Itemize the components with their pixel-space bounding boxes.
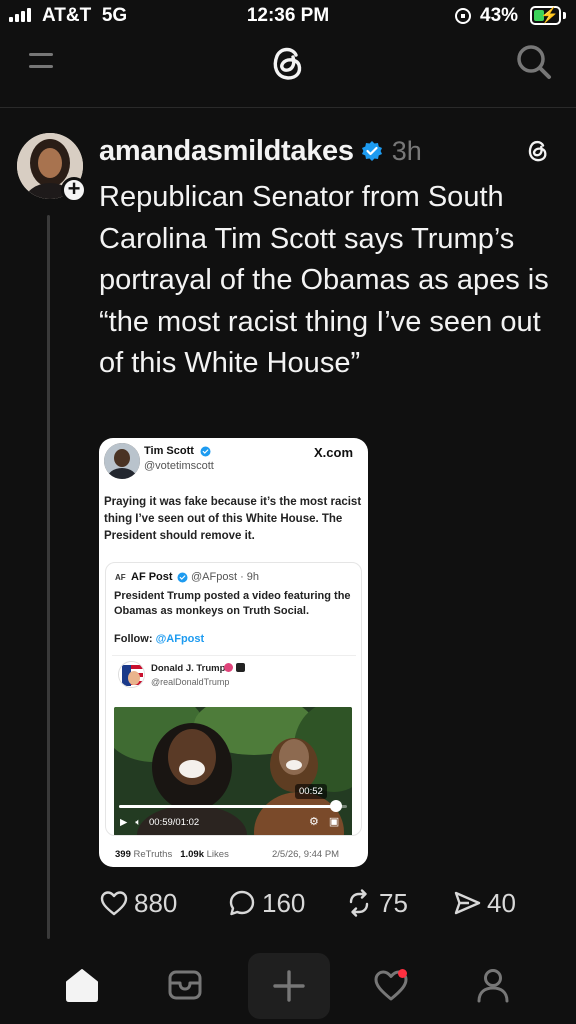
heart-icon bbox=[100, 891, 128, 916]
quoted-post: AF AF Post @AFpost · 9h President Trump … bbox=[105, 562, 362, 836]
video-controls: ▶ 🔈︎ 00:59/01:02 bbox=[120, 817, 199, 828]
post-actions: 880 160 75 40 bbox=[99, 883, 516, 923]
video-time: 00:59/01:02 bbox=[149, 817, 200, 828]
embed-stats: 399 ReTruths 1.09k Likes bbox=[115, 849, 229, 860]
bottom-tab-bar bbox=[0, 948, 576, 1024]
tab-create[interactable] bbox=[248, 953, 330, 1019]
threads-logo-icon[interactable] bbox=[266, 40, 310, 84]
post-author-row: amandasmildtakes 3h bbox=[99, 133, 422, 169]
rotation-lock-icon bbox=[455, 8, 471, 24]
quote-handle: @AFpost · 9h bbox=[191, 571, 260, 583]
search-icon[interactable] bbox=[514, 42, 554, 82]
reply-button[interactable]: 160 bbox=[227, 888, 344, 919]
inbox-icon bbox=[168, 970, 202, 1000]
tab-messages[interactable] bbox=[160, 960, 210, 1010]
embed-author-handle: @votetimscott bbox=[144, 460, 214, 472]
embed-author-avatar bbox=[104, 443, 140, 479]
truth-social-post: Donald J. Trump @realDonaldTrump 00:52 ▶… bbox=[112, 655, 356, 835]
embed-source: X.com bbox=[314, 445, 354, 460]
like-count: 880 bbox=[134, 887, 178, 918]
play-icon[interactable]: ▶ bbox=[120, 817, 127, 828]
tab-home[interactable] bbox=[57, 960, 107, 1010]
battery-cap bbox=[563, 12, 566, 19]
top-header bbox=[0, 32, 576, 108]
battery-percentage: 43% bbox=[480, 5, 519, 26]
video-progress-bar[interactable] bbox=[119, 800, 347, 812]
follow-plus-button[interactable]: + bbox=[61, 177, 87, 203]
notification-dot bbox=[398, 969, 407, 978]
tab-profile[interactable] bbox=[468, 960, 518, 1010]
settings-icon[interactable]: ⚙ bbox=[309, 815, 319, 828]
share-button[interactable]: 40 bbox=[452, 888, 516, 919]
quote-text: President Trump posted a video featuring… bbox=[114, 590, 351, 617]
truth-author-avatar bbox=[118, 661, 145, 688]
truth-author-name: Donald J. Trump bbox=[151, 663, 226, 674]
quote-author-name: AF Post bbox=[131, 571, 173, 583]
truth-author-handle: @realDonaldTrump bbox=[151, 677, 230, 687]
send-icon bbox=[454, 891, 481, 915]
post-text: Republican Senator from South Carolina T… bbox=[99, 181, 549, 379]
video-scrub-handle[interactable] bbox=[330, 800, 342, 812]
verified-badge-icon bbox=[177, 572, 188, 583]
thread-line bbox=[47, 215, 50, 939]
hamburger-menu-icon[interactable] bbox=[29, 51, 53, 71]
quote-follow: Follow: @AFpost bbox=[114, 633, 205, 645]
status-bar: AT&T 5G 12:36 PM 43% ⚡ bbox=[0, 0, 576, 32]
person-icon bbox=[477, 969, 509, 1003]
username[interactable]: amandasmildtakes bbox=[99, 135, 354, 168]
repost-button[interactable]: 75 bbox=[344, 888, 452, 919]
video-duration-badge: 00:52 bbox=[295, 784, 327, 799]
repost-count: 75 bbox=[379, 887, 408, 918]
af-logo: AF bbox=[115, 573, 126, 582]
post-image[interactable]: Tim Scott @votetimscott X.com Praying it… bbox=[99, 438, 368, 867]
captions-icon[interactable]: ▣ bbox=[329, 815, 339, 828]
like-button[interactable]: 880 bbox=[99, 888, 227, 919]
comment-icon bbox=[229, 890, 255, 916]
repost-icon bbox=[349, 889, 369, 917]
verified-badge-icon bbox=[200, 446, 211, 457]
embed-date: 2/5/26, 9:44 PM bbox=[272, 849, 340, 860]
share-count: 40 bbox=[487, 887, 516, 918]
tab-activity[interactable] bbox=[366, 960, 416, 1010]
truth-badges bbox=[224, 663, 245, 672]
verified-badge-icon bbox=[361, 141, 382, 161]
reply-count: 160 bbox=[262, 887, 306, 918]
home-icon bbox=[66, 969, 98, 1002]
threads-logo-icon bbox=[528, 140, 547, 162]
post-time: 3h bbox=[391, 135, 422, 166]
video-extra-controls: ⚙ ▣ bbox=[309, 815, 339, 828]
video-player[interactable]: 00:52 ▶ 🔈︎ 00:59/01:02 ⚙ ▣ bbox=[114, 707, 352, 835]
plus-icon bbox=[273, 970, 305, 1002]
embed-text: Praying it was fake because it’s the mos… bbox=[104, 496, 362, 542]
embed-author-name: Tim Scott bbox=[144, 445, 194, 457]
battery-charging-icon: ⚡ bbox=[530, 6, 561, 25]
volume-icon[interactable]: 🔈︎ bbox=[135, 817, 141, 828]
